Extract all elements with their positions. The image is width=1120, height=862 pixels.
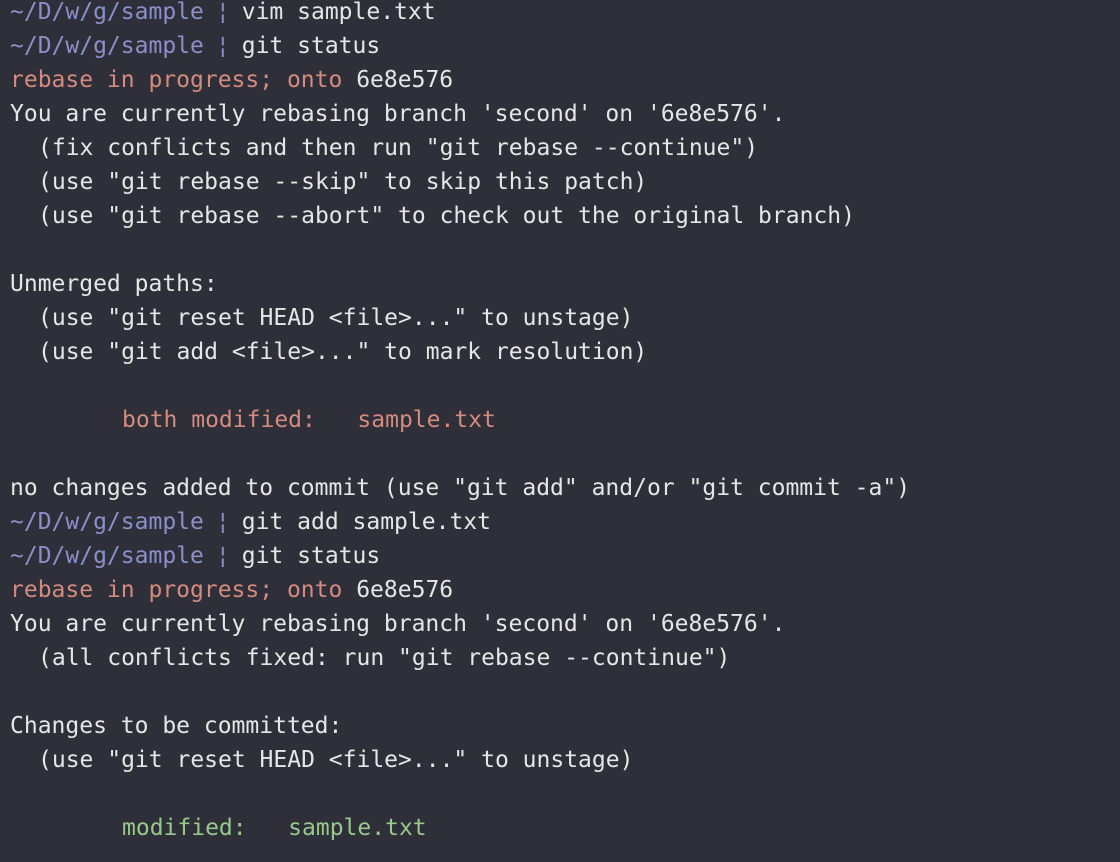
file-name: sample.txt [357,407,496,433]
rebase-status-line: rebase in progress; onto 6e8e576 [10,63,1120,97]
section-header: Changes to be committed: [10,713,343,739]
section-header: Unmerged paths: [10,271,218,297]
file-name: sample.txt [288,815,427,841]
terminal-output[interactable]: ~/D/w/g/sample ¦ vim sample.txt ~/D/w/g/sa… [0,0,1120,845]
prompt-path: ~/D/w/g/sample [10,33,204,59]
command-text: git add sample.txt [241,509,491,535]
output-line: You are currently rebasing branch 'secon… [10,611,786,637]
prompt-line: ~/D/w/g/sample ¦ git status [10,29,1120,63]
rebase-status-line: rebase in progress; onto 6e8e576 [10,573,1120,607]
output-line: (fix conflicts and then run "git rebase … [38,135,759,161]
output-line: You are currently rebasing branch 'secon… [10,101,786,127]
prompt-line: ~/D/w/g/sample ¦ git add sample.txt [10,505,1120,539]
prompt-path: ~/D/w/g/sample [10,0,204,25]
output-line: (use "git add <file>..." to mark resolut… [38,339,648,365]
prompt-separator: ¦ [215,0,230,25]
file-status-line: both modified: sample.txt [10,403,1120,437]
output-line: (use "git rebase --abort" to check out t… [38,203,855,229]
prompt-line: ~/D/w/g/sample ¦ git status [10,539,1120,573]
rebase-commit: 6e8e576 [356,577,454,603]
file-status-line: modified: sample.txt [10,811,1120,845]
rebase-label: rebase in progress; onto [10,577,343,603]
command-text: git status [241,33,381,59]
rebase-label: rebase in progress; onto [10,67,343,93]
file-state: both modified: [122,407,316,433]
output-line: (all conflicts fixed: run "git rebase --… [38,645,731,671]
output-line: (use "git reset HEAD <file>..." to unsta… [38,305,634,331]
file-state: modified: [122,815,247,841]
output-line: (use "git rebase --skip" to skip this pa… [38,169,648,195]
output-line: no changes added to commit (use "git add… [10,475,911,501]
prompt-separator: ¦ [215,509,230,535]
prompt-line: ~/D/w/g/sample ¦ vim sample.txt [10,0,1120,29]
command-text: git status [241,543,381,569]
prompt-path: ~/D/w/g/sample [10,509,204,535]
command-text: vim sample.txt [241,0,436,25]
prompt-separator: ¦ [215,543,230,569]
prompt-path: ~/D/w/g/sample [10,543,204,569]
prompt-separator: ¦ [215,33,230,59]
rebase-commit: 6e8e576 [356,67,454,93]
output-line: (use "git reset HEAD <file>..." to unsta… [38,747,634,773]
